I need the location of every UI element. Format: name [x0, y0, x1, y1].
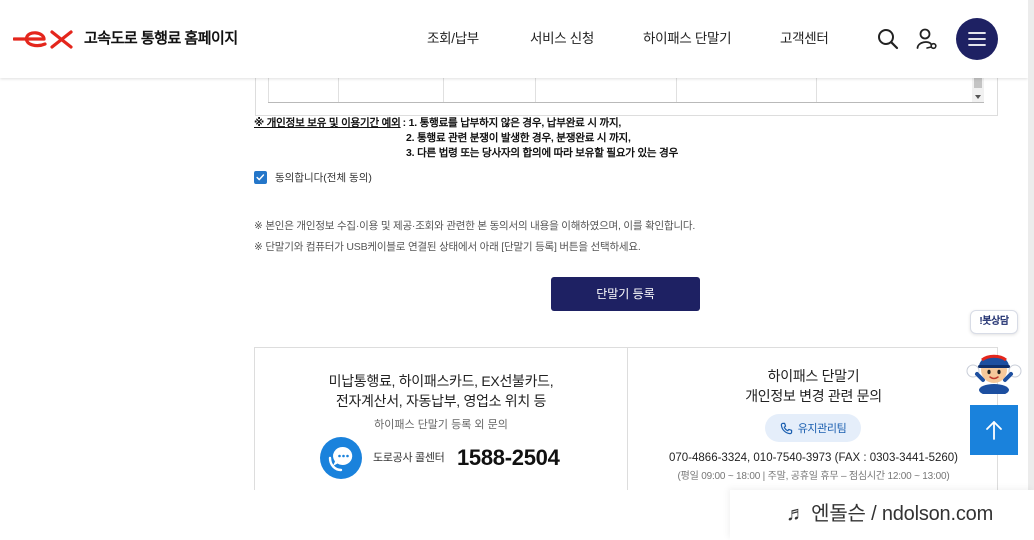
privacy-contact-title: 개인정보 변경 관련 문의 — [745, 388, 882, 404]
nav-item-hipass-terminal[interactable]: 하이패스 단말기 — [643, 29, 732, 49]
privacy-contact-title: 하이패스 단말기 — [767, 368, 860, 384]
mascot-image[interactable] — [966, 340, 1022, 396]
menu-icon[interactable] — [956, 18, 998, 60]
check-icon — [256, 174, 265, 181]
retention-label: ※ 개인정보 보유 및 이용기간 예외 — [254, 117, 401, 129]
consent-note: ※ 본인은 개인정보 수집·이용 및 제공·조회와 관련한 본 동의서의 내용을… — [254, 220, 696, 232]
contact-panel: 미납통행료, 하이패스카드, EX선불카드, 전자계산서, 자동납부, 영업소 … — [254, 347, 998, 490]
phone-icon — [780, 422, 792, 434]
user-login-icon[interactable] — [915, 27, 939, 51]
scroll-down-arrow-icon[interactable] — [975, 95, 981, 99]
general-contact-title: 전자계산서, 자동납부, 영업소 위치 등 — [335, 393, 547, 409]
retention-exception: ※ 개인정보 보유 및 이용기간 예외: 1. 통행료를 납부하지 않은 경우,… — [254, 116, 678, 161]
privacy-phone-numbers: 070-4866-3324, 010-7540-3973 (FAX : 0303… — [669, 452, 958, 464]
nav-item-customer-center[interactable]: 고객센터 — [780, 29, 829, 49]
window-scrollbar[interactable] — [1028, 0, 1034, 490]
agree-label[interactable]: 동의합니다(전체 동의) — [275, 171, 372, 185]
usb-note: ※ 단말기와 컴퓨터가 USB케이블로 연결된 상태에서 아래 [단말기 등록]… — [254, 241, 641, 253]
watermark-text: ♬ 엔돌슨 / ndolson.com — [786, 503, 994, 525]
nav-item-service-apply[interactable]: 서비스 신청 — [530, 29, 594, 49]
watermark: ♬ 엔돌슨 / ndolson.com — [730, 490, 1034, 540]
retention-item: 3. 다른 법령 또는 당사자의 합의에 따라 보유할 필요가 있는 경우 — [406, 147, 679, 159]
chatbot-button[interactable]: !봇상담 — [970, 310, 1018, 334]
site-title[interactable]: 고속도로 통행료 홈페이지 — [84, 29, 238, 49]
call-center-label: 도로공사 콜센터 — [373, 452, 445, 464]
retention-line: ※ 개인정보 보유 및 이용기간 예외: 1. 통행료를 납부하지 않은 경우,… — [254, 116, 678, 131]
privacy-office-hours: (평일 09:00 ~ 18:00 | 주말, 공휴일 휴무 – 점심시간 12… — [677, 471, 950, 482]
privacy-contact: 하이패스 단말기 개인정보 변경 관련 문의 유지관리팀 070-4866-33… — [627, 348, 999, 490]
retention-item: 2. 통행료 관련 분쟁이 발생한 경우, 분쟁완료 시 까지, — [406, 132, 631, 144]
ex-logo[interactable] — [12, 29, 77, 49]
scrollbar-thumb[interactable] — [974, 78, 982, 88]
general-contact-title: 미납통행료, 하이패스카드, EX선불카드, — [328, 373, 554, 389]
maintenance-team-label: 유지관리팀 — [797, 423, 847, 435]
chat-phone-icon[interactable] — [320, 437, 362, 479]
retention-item: : 1. 통행료를 납부하지 않은 경우, 납부완료 시 까지, — [402, 117, 622, 129]
call-center-number[interactable]: 1588-2504 — [457, 437, 560, 479]
agree-checkbox[interactable] — [254, 171, 267, 184]
general-contact: 미납통행료, 하이패스카드, EX선불카드, 전자계산서, 자동납부, 영업소 … — [255, 348, 627, 490]
arrow-up-icon — [986, 421, 1002, 440]
search-icon[interactable] — [877, 28, 899, 50]
register-terminal-button[interactable]: 단말기 등록 — [551, 277, 700, 311]
general-contact-subtitle: 하이패스 단말기 등록 외 문의 — [374, 419, 508, 431]
ex-logo-icon — [12, 30, 73, 49]
maintenance-team-button[interactable]: 유지관리팀 — [765, 414, 861, 442]
scroll-top-button[interactable] — [970, 405, 1018, 455]
nav-item-inquiry-payment[interactable]: 조회/납부 — [427, 29, 479, 49]
site-header: 고속도로 통행료 홈페이지 조회/납부 서비스 신청 하이패스 단말기 고객센터 — [0, 0, 1028, 78]
viewport: 고속도로 통행료 홈페이지 조회/납부 서비스 신청 하이패스 단말기 고객센터 — [0, 0, 1028, 490]
